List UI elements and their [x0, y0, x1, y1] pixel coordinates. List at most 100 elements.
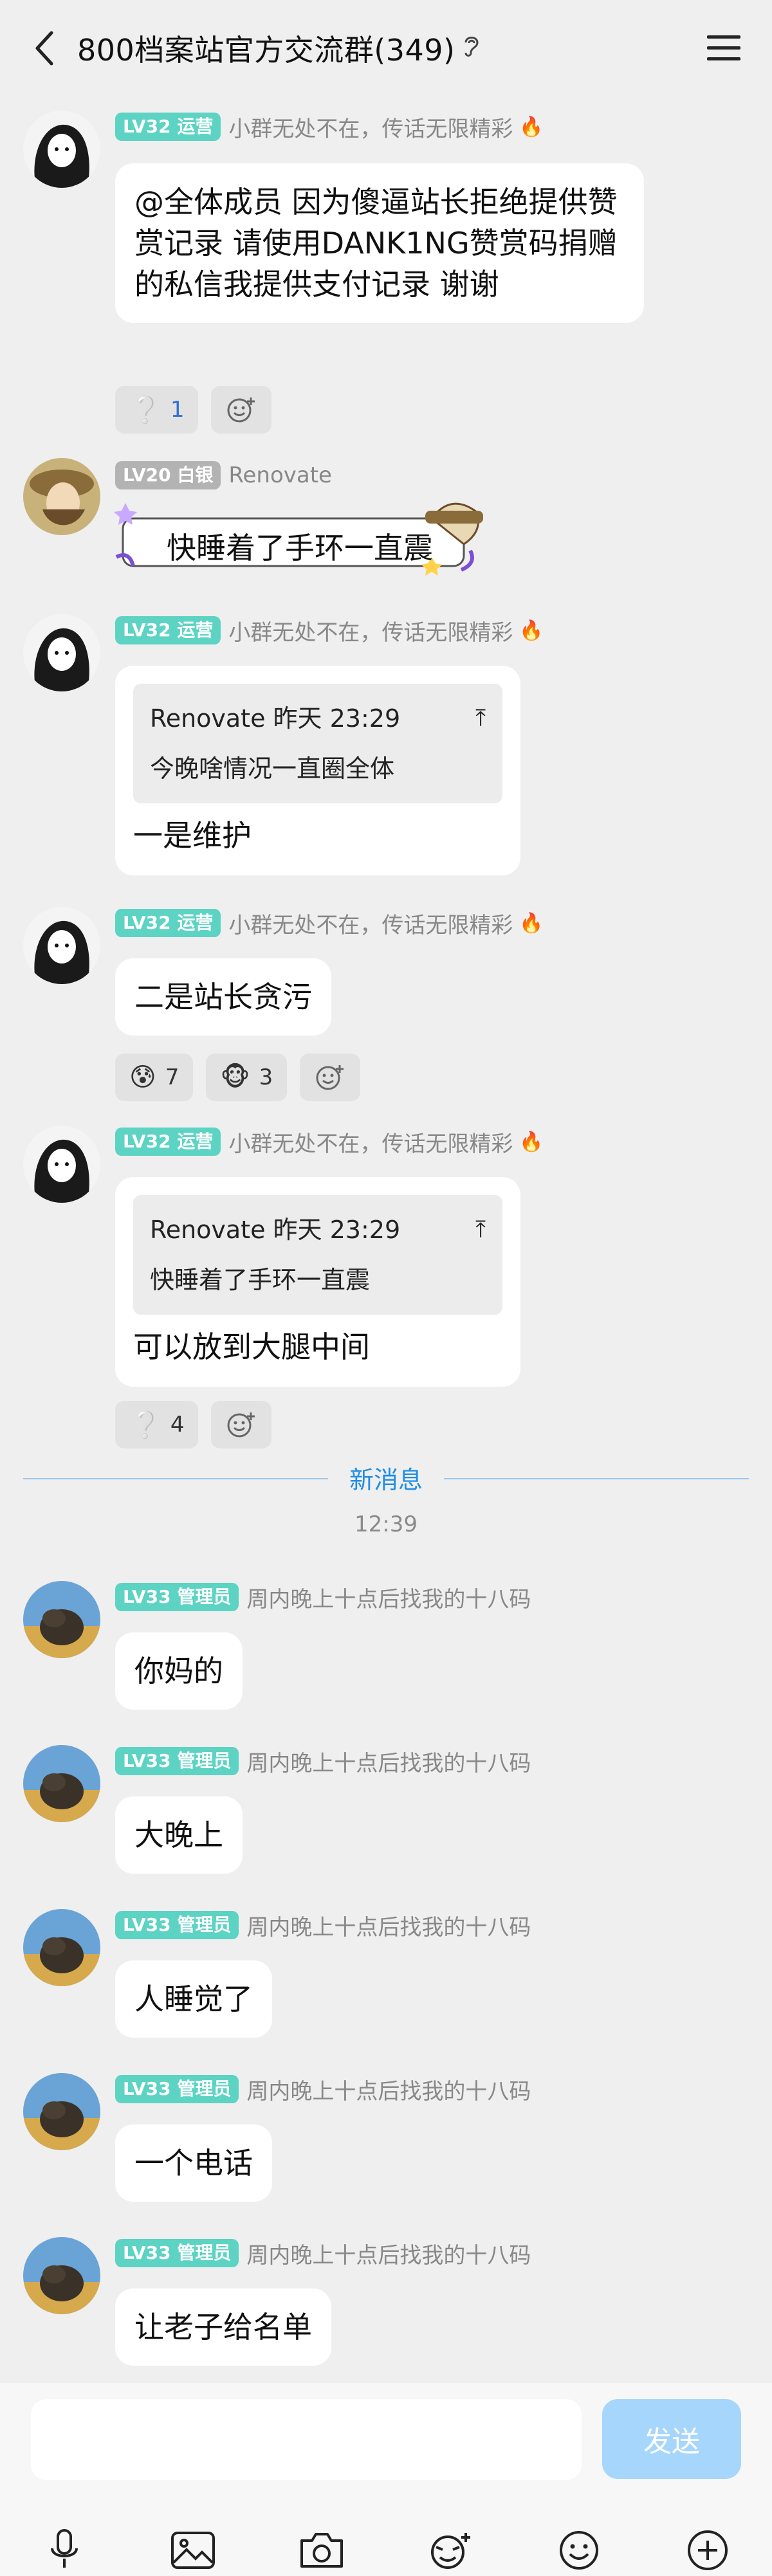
message-bubble[interactable]: 二是站长贪污 [115, 958, 331, 1036]
sticker-bubble[interactable]: 快睡着了手环一直震 [110, 493, 522, 583]
emoji-button[interactable] [515, 2525, 643, 2576]
avatar[interactable] [23, 1909, 100, 1986]
avatar[interactable] [23, 1745, 100, 1822]
message-bubble[interactable]: 让老子给名单 [115, 2288, 331, 2366]
add-reaction-icon [227, 397, 255, 423]
sender-name[interactable]: 周内晚上十点后找我的十八码 [246, 2074, 531, 2105]
emoji-icon [560, 2531, 598, 2570]
camera-button[interactable] [257, 2525, 386, 2576]
sender-name[interactable]: 周内晚上十点后找我的十八码 [246, 1910, 531, 1941]
message-bubble[interactable]: 大晚上 [115, 1796, 243, 1874]
menu-icon [707, 35, 740, 60]
reaction-chip[interactable]: ❔ 1 [115, 386, 199, 434]
timestamp: 12:39 [354, 1512, 418, 1537]
level-badge: LV32 运营 [115, 616, 221, 644]
flame-icon: 🔥 [519, 115, 544, 138]
message: LV33 管理员 周内晚上十点后找我的十八码 你妈的 [23, 1581, 731, 1716]
message-bubble[interactable]: 你妈的 [115, 1632, 243, 1710]
quote-text: 今晚啥情况一直圈全体 [150, 754, 395, 783]
message: LV32 运营 小群无处不在，传话无限精彩 🔥 二是站长贪污 😰 7 🐵 3 [23, 907, 731, 1113]
sender-meta: LV32 运营 小群无处不在，传话无限精彩 🔥 [115, 1126, 544, 1158]
level-badge: LV32 运营 [115, 909, 221, 937]
reaction-row: 😰 7 🐵 3 [115, 1054, 361, 1101]
sender-name[interactable]: 小群无处不在，传话无限精彩 [228, 908, 513, 939]
message-bubble[interactable]: Renovate 昨天 23:29 ⤒ 今晚啥情况一直圈全体 一是维护 [115, 666, 520, 875]
sender-name[interactable]: 周内晚上十点后找我的十八码 [246, 2238, 531, 2269]
message-text: 二是站长贪污 [134, 980, 312, 1014]
message-bubble[interactable]: @全体成员 因为傻逼站长拒绝提供赞赏记录 请使用DANK1NG赞赏码捐赠的私信我… [115, 163, 644, 323]
sender-name[interactable]: 小群无处不在，传话无限精彩 [228, 1126, 513, 1158]
monkey-emoji-icon: 🐵 [220, 1063, 250, 1092]
menu-button[interactable] [701, 29, 746, 68]
composer-toolbar [0, 2525, 772, 2576]
message: LV33 管理员 周内晚上十点后找我的十八码 一个电话 [23, 2073, 731, 2208]
message-bubble[interactable]: 人睡觉了 [115, 1960, 272, 2038]
add-reaction-button[interactable] [211, 386, 272, 434]
avatar[interactable] [23, 1126, 100, 1203]
image-button[interactable] [129, 2525, 257, 2576]
sender-name[interactable]: 周内晚上十点后找我的十八码 [246, 1582, 531, 1613]
question-emoji-icon: ❔ [129, 395, 161, 425]
message-text: 你妈的 [134, 1654, 223, 1688]
chevron-left-icon [35, 31, 53, 66]
message-text: 一是维护 [133, 818, 252, 853]
message: LV20 白银 Renovate 快睡着了手环一直震 [23, 458, 731, 587]
quoted-message[interactable]: Renovate 昨天 23:29 ⤒ 今晚啥情况一直圈全体 [133, 684, 502, 803]
sender-name[interactable]: 小群无处不在，传话无限精彩 [228, 615, 513, 646]
quote-text: 快睡着了手环一直震 [150, 1266, 371, 1294]
level-badge: LV33 管理员 [115, 2075, 239, 2103]
avatar[interactable] [23, 907, 100, 984]
quoted-message[interactable]: Renovate 昨天 23:29 ⤒ 快睡着了手环一直震 [133, 1195, 502, 1315]
quote-author: Renovate 昨天 23:29 [150, 1216, 401, 1244]
reaction-chip[interactable]: ❔ 4 [115, 1401, 199, 1448]
avatar[interactable] [23, 614, 100, 691]
sender-name[interactable]: 小群无处不在，传话无限精彩 [228, 111, 513, 143]
message-text: @全体成员 因为傻逼站长拒绝提供赞赏记录 请使用DANK1NG赞赏码捐赠的私信我… [134, 185, 618, 302]
sender-meta: LV32 运营 小群无处不在，传话无限精彩 🔥 [115, 614, 544, 646]
message: LV32 运营 小群无处不在，传话无限精彩 🔥 Renovate 昨天 23:2… [23, 614, 731, 878]
sender-meta: LV20 白银 Renovate [115, 459, 332, 491]
add-reaction-icon [316, 1065, 344, 1090]
message: LV33 管理员 周内晚上十点后找我的十八码 让老子给名单 [23, 2237, 731, 2372]
level-badge: LV33 管理员 [115, 2239, 239, 2267]
sender-name[interactable]: 周内晚上十点后找我的十八码 [246, 1746, 531, 1777]
plus-circle-icon [688, 2530, 728, 2570]
avatar[interactable] [23, 2237, 100, 2314]
message-text: 快睡着了手环一直震 [167, 531, 433, 565]
add-reaction-button[interactable] [211, 1401, 272, 1448]
level-badge: LV20 白银 [115, 461, 221, 489]
add-reaction-button[interactable] [300, 1054, 361, 1101]
avatar[interactable] [23, 458, 100, 535]
jump-to-quote-icon[interactable]: ⤒ [475, 698, 486, 739]
new-message-label: 新消息 [328, 1460, 444, 1495]
more-button[interactable] [643, 2525, 772, 2576]
reaction-chip[interactable]: 😰 7 [115, 1054, 194, 1101]
image-icon [171, 2532, 215, 2569]
message: LV33 管理员 周内晚上十点后找我的十八码 大晚上 [23, 1745, 731, 1880]
message-bubble[interactable]: 一个电话 [115, 2124, 272, 2202]
reaction-row: ❔ 4 [115, 1401, 272, 1448]
avatar[interactable] [23, 1581, 100, 1658]
quote-author: Renovate 昨天 23:29 [150, 704, 401, 733]
message: LV32 运营 小群无处不在，传话无限精彩 🔥 @全体成员 因为傻逼站长拒绝提供… [23, 111, 731, 434]
reaction-count: 1 [170, 397, 185, 423]
voice-button[interactable] [0, 2525, 129, 2576]
message-text: 人睡觉了 [134, 1982, 253, 2016]
message-bubble[interactable]: Renovate 昨天 23:29 ⤒ 快睡着了手环一直震 可以放到大腿中间 [115, 1177, 520, 1387]
send-button[interactable]: 发送 [602, 2399, 741, 2479]
avatar[interactable] [23, 111, 100, 188]
avatar[interactable] [23, 2073, 100, 2150]
message-input[interactable] [31, 2399, 582, 2480]
back-button[interactable] [26, 29, 64, 68]
chat-title[interactable]: 800档案站官方交流群(349) [77, 27, 455, 69]
sender-name[interactable]: Renovate [228, 462, 332, 488]
jump-to-quote-icon[interactable]: ⤒ [475, 1209, 486, 1250]
level-badge: LV33 管理员 [115, 1583, 239, 1611]
sender-meta: LV33 管理员 周内晚上十点后找我的十八码 [115, 1745, 531, 1777]
add-reaction-icon [227, 1412, 255, 1438]
reaction-row: ❔ 1 [115, 386, 272, 434]
reaction-chip[interactable]: 🐵 3 [206, 1054, 288, 1101]
sticker-button[interactable] [386, 2525, 515, 2576]
message: LV32 运营 小群无处不在，传话无限精彩 🔥 Renovate 昨天 23:2… [23, 1126, 731, 1448]
level-badge: LV32 运营 [115, 1128, 221, 1156]
